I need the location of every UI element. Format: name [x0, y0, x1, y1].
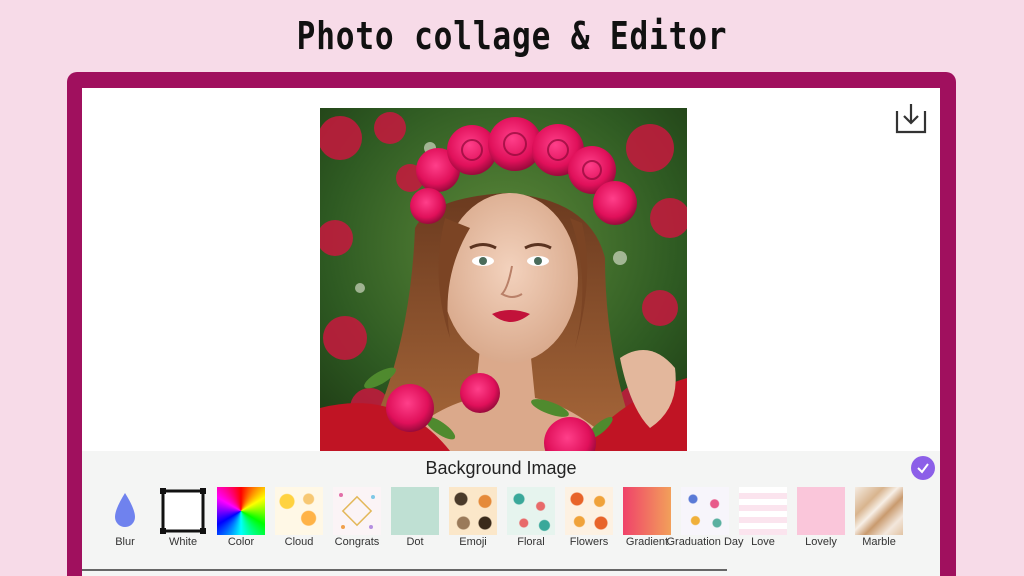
- flowers-pattern-thumb: [565, 487, 613, 535]
- panel-title: Background Image: [425, 458, 577, 478]
- lovely-pattern-thumb: [797, 487, 845, 535]
- horizontal-scrollbar[interactable]: [82, 569, 727, 571]
- dot-pattern-thumb: [391, 487, 439, 535]
- graduation-pattern-thumb: [681, 487, 729, 535]
- marble-pattern-thumb: [855, 487, 903, 535]
- editor-screen: Background Image Blur White Color Cloud …: [82, 88, 940, 576]
- download-icon: [895, 104, 927, 134]
- congrats-pattern-thumb: [333, 487, 381, 535]
- background-panel: Background Image Blur White Color Cloud …: [82, 451, 940, 576]
- cloud-pattern-thumb: [275, 487, 323, 535]
- square-frame-icon: [160, 488, 206, 534]
- app-headline: Photo collage & Editor: [296, 14, 728, 58]
- bg-label: Marble: [862, 536, 896, 548]
- floral-pattern-thumb: [507, 487, 555, 535]
- color-wheel-thumb: [217, 487, 265, 535]
- background-list[interactable]: Blur White Color Cloud Congrats Dot Emoj…: [96, 487, 940, 553]
- confirm-button[interactable]: [911, 456, 935, 480]
- download-button[interactable]: [890, 96, 932, 140]
- bg-option-marble[interactable]: Marble: [850, 487, 908, 553]
- emoji-pattern-thumb: [449, 487, 497, 535]
- gradient-thumb: [623, 487, 671, 535]
- love-pattern-thumb: [739, 487, 787, 535]
- photo-canvas[interactable]: [320, 108, 687, 451]
- drop-icon: [115, 493, 135, 527]
- checkmark-icon: [917, 463, 929, 474]
